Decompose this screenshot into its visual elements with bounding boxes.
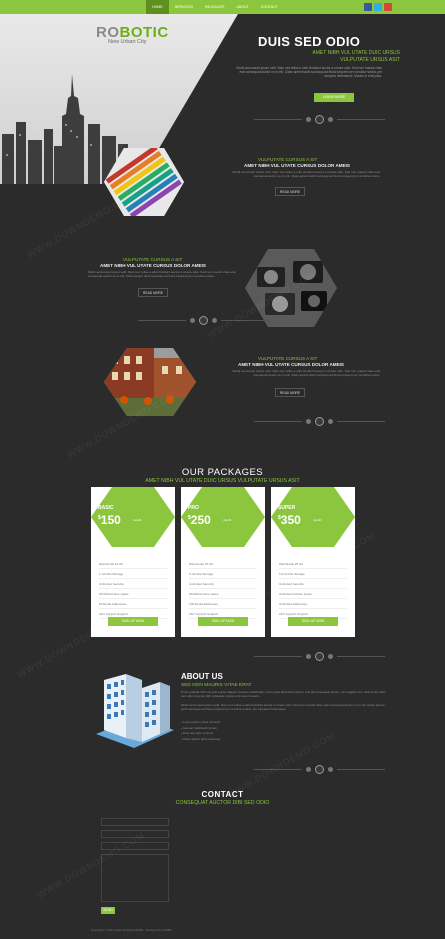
sign-up-button-basic[interactable]: Sign up now <box>108 617 158 626</box>
about-list: Lorem ipsum dolor sit amet Aenean sollic… <box>181 720 221 743</box>
feature-heading-2: VULPUTATE CURSUS A SIT <box>123 257 183 262</box>
package-feature-list: Web Email 25 Gb 10 Gb File Storage Unlim… <box>279 559 347 619</box>
list-item: Web Email 25 Gb <box>279 559 347 569</box>
list-item: 5 Gb File Storage <box>189 569 257 579</box>
sign-up-button-pro[interactable]: Sign up now <box>198 617 248 626</box>
list-item: Lorem ipsum dolor sit amet <box>181 720 220 726</box>
package-card-super: SUPER $350 month Web Email 25 Gb 10 Gb F… <box>271 487 355 637</box>
list-item: 50 Email Addresses <box>99 599 167 609</box>
list-item: Web Email 15 Gb <box>189 559 257 569</box>
email-field[interactable] <box>101 830 169 838</box>
about-paragraph-2: Morbi accumsan ipsum velit. Nam nec tell… <box>181 703 385 712</box>
packages-subtitle: AMET NIBH VUL UTATE DUIC URSUS VULPUTATE… <box>145 478 300 484</box>
section-divider <box>254 652 385 661</box>
hero-body-text: Morbi accumsan ipsum velit. Nam nec tell… <box>236 66 382 79</box>
logo-tagline: New Urban City <box>108 39 147 45</box>
twitter-icon[interactable] <box>374 3 382 11</box>
package-price: $350 <box>278 513 301 527</box>
street-building-image <box>104 348 196 416</box>
feature-image-3 <box>104 348 196 416</box>
social-links <box>364 3 392 11</box>
package-card-basic: BASIC $150 month Web Email 10 Gb 1 Gb Fi… <box>91 487 175 637</box>
read-more-button-1[interactable]: Read more <box>275 187 305 196</box>
hero-section <box>0 14 445 184</box>
sign-up-button-super[interactable]: Sign up now <box>288 617 338 626</box>
subject-field[interactable] <box>101 842 169 850</box>
package-period: month <box>223 518 232 522</box>
feature-text-1: Morbi accumsan ipsum velit. Nam nec tell… <box>232 170 380 179</box>
section-divider <box>254 115 385 124</box>
google-plus-icon[interactable] <box>384 3 392 11</box>
list-item: Web Email 10 Gb <box>99 559 167 569</box>
message-field[interactable] <box>101 854 169 902</box>
nav-item-services[interactable]: Services <box>169 0 199 14</box>
nav-item-home[interactable]: Home <box>146 0 169 14</box>
feature-subheading-1: AMET NIBH VUL UTATE CURSUS DOLOR AMEIS <box>244 163 350 168</box>
section-divider <box>138 316 269 325</box>
contact-subtitle: CONSEQUAT AUCTOR DIBI SED ODIO <box>175 800 270 806</box>
list-item: 100 Email Addresses <box>189 599 257 609</box>
main-nav: Home Services Packages About Contact <box>146 0 284 14</box>
feature-text-3: Morbi accumsan ipsum velit. Nam nec tell… <box>232 369 380 378</box>
list-item: 25 000 Archive space <box>99 589 167 599</box>
feature-text-2: Morbi accumsan ipsum velit. Nam nec tell… <box>88 270 236 279</box>
section-divider <box>254 765 385 774</box>
name-field[interactable] <box>101 818 169 826</box>
package-name: SUPER <box>278 505 296 511</box>
footer-copyright: Copyright © 2014 New Template ROBA · Des… <box>91 928 173 932</box>
list-item: 10 Gb File Storage <box>279 569 347 579</box>
learn-more-button[interactable]: Learn more <box>314 93 354 102</box>
hero-title: DUIS SED ODIO <box>258 34 361 49</box>
list-item: Unlimited Security <box>189 579 257 589</box>
package-feature-list: Web Email 10 Gb 1 Gb File Storage Unlimi… <box>99 559 167 619</box>
list-item: Unlimited Security <box>279 579 347 589</box>
list-item: 50 000 Archive space <box>189 589 257 599</box>
package-period: month <box>313 518 322 522</box>
feature-heading-1: VULPUTATE CURSUS A SIT <box>258 157 318 162</box>
nav-item-contact[interactable]: Contact <box>255 0 284 14</box>
list-item: Unlimited Addresses <box>279 599 347 609</box>
list-item: Unlimited Archive space <box>279 589 347 599</box>
read-more-button-3[interactable]: Read more <box>275 388 305 397</box>
package-card-pro: PRO $250 month Web Email 15 Gb 5 Gb File… <box>181 487 265 637</box>
nav-item-about[interactable]: About <box>230 0 254 14</box>
about-title: ABOUT US <box>181 672 223 681</box>
list-item: Unlimited Security <box>99 579 167 589</box>
read-more-button-2[interactable]: Read more <box>138 288 168 297</box>
about-subtitle: SED NON MAURIS VITAE ERAT <box>181 683 252 688</box>
office-building-image <box>96 674 174 748</box>
feature-subheading-2: AMET NIBH VUL UTATE CURSUS DOLOR AMEIS <box>100 263 206 268</box>
send-button[interactable]: Send <box>101 907 115 914</box>
list-item: 1 Gb File Storage <box>99 569 167 579</box>
feature-heading-3: VULPUTATE CURSUS A SIT <box>258 356 318 361</box>
package-price: $150 <box>98 513 121 527</box>
package-name: BASIC <box>98 505 114 511</box>
about-paragraph-1: Proin gravida nibh vel velit auctor aliq… <box>181 690 386 699</box>
feature-subheading-3: AMET NIBH VUL UTATE CURSUS DOLOR AMEIS <box>238 362 344 367</box>
package-name: PRO <box>188 505 199 511</box>
package-period: month <box>133 518 142 522</box>
contact-title: CONTACT <box>201 790 244 799</box>
hero-subtitle: AMET NIBH VUL UTATE DUIC URSUS VULPUTATE … <box>312 50 400 63</box>
list-item: Class aptent taciti sociosqu <box>181 737 221 743</box>
facebook-icon[interactable] <box>364 3 372 11</box>
packages-title: OUR PACKAGES <box>181 467 264 478</box>
nav-item-packages[interactable]: Packages <box>199 0 231 14</box>
package-price: $250 <box>188 513 211 527</box>
package-feature-list: Web Email 15 Gb 5 Gb File Storage Unlimi… <box>189 559 257 619</box>
section-divider <box>254 417 385 426</box>
